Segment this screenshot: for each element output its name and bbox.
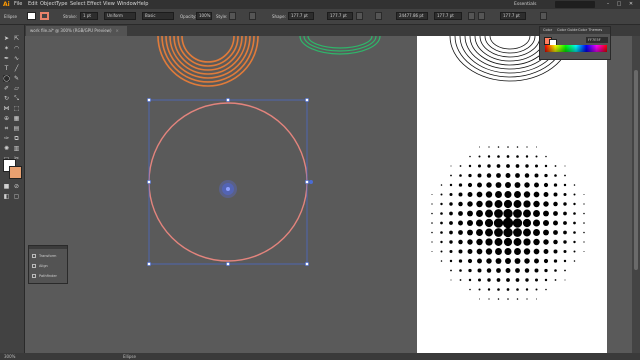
eraser-tool-icon[interactable]: ▱ bbox=[13, 85, 20, 92]
free-transform-tool-icon[interactable]: ⬚ bbox=[13, 105, 20, 112]
menu-effect[interactable]: Effect bbox=[87, 0, 101, 9]
shaper-tool-icon[interactable]: ✐ bbox=[3, 85, 10, 92]
y-field[interactable]: 177.7 pt bbox=[434, 12, 462, 20]
ellipse-tool-icon[interactable]: ◯ bbox=[3, 75, 10, 82]
stroke-label: Stroke: bbox=[63, 14, 78, 19]
color-spectrum[interactable] bbox=[545, 45, 607, 52]
color-panel-header: Color Color Guide Color Themes bbox=[540, 27, 610, 34]
curvature-tool-icon[interactable]: ∿ bbox=[13, 55, 20, 62]
direct-selection-tool-icon[interactable]: ⇱ bbox=[13, 35, 20, 42]
vertical-scroll-thumb[interactable] bbox=[634, 70, 638, 270]
none-color-icon[interactable]: ⊘ bbox=[13, 183, 20, 190]
drawing-mode-icon[interactable]: ◧ bbox=[3, 193, 10, 200]
style-label: Style: bbox=[216, 14, 228, 19]
menu-type[interactable]: Type bbox=[56, 0, 67, 9]
menu-file[interactable]: File bbox=[14, 0, 22, 9]
panel-align[interactable]: Align bbox=[32, 262, 66, 271]
maximize-icon[interactable]: □ bbox=[614, 1, 624, 8]
tools-panel: ➤ ⇱ ✶ ◠ ✒ ∿ T ╱ ◯ ✎ ✐ ▱ ↻ ⤡ ⋈ ⬚ ⊕ ▦ ⌗ ▤ … bbox=[0, 25, 25, 359]
document-tab-title: work file.ai* @ 300% (RGB/GPU Preview) bbox=[30, 28, 112, 33]
selection-tool-icon[interactable]: ➤ bbox=[3, 35, 10, 42]
menu-bar: Ai File Edit Object Type Select Effect V… bbox=[0, 0, 640, 9]
perspective-grid-tool-icon[interactable]: ▦ bbox=[13, 115, 20, 122]
floating-panel-group: Transform Align Pathfinder bbox=[28, 245, 68, 284]
w-field[interactable]: 177.7 pt bbox=[288, 12, 314, 20]
corner-field[interactable]: 177.7 pt bbox=[500, 12, 526, 20]
pathfinder-panel-icon bbox=[32, 274, 36, 278]
stroke-color-box[interactable] bbox=[9, 166, 22, 179]
h-field[interactable]: 177.7 pt bbox=[327, 12, 353, 20]
selection-type-label: Ellipse bbox=[4, 14, 17, 19]
line-tool-icon[interactable]: ╱ bbox=[13, 65, 20, 72]
close-window-icon[interactable]: ✕ bbox=[626, 1, 636, 8]
current-tool-label: Ellipse bbox=[123, 354, 136, 359]
tab-color-guide[interactable]: Color Guide bbox=[557, 27, 578, 34]
menu-view[interactable]: View bbox=[103, 0, 115, 9]
zoom-level[interactable]: 300% bbox=[4, 353, 15, 360]
fill-swatch[interactable] bbox=[27, 12, 36, 20]
constrain-link-icon[interactable] bbox=[356, 12, 363, 20]
recolor-icon[interactable] bbox=[249, 12, 256, 20]
align-panel-icon bbox=[32, 264, 36, 268]
transform-icon[interactable] bbox=[478, 12, 485, 20]
mesh-tool-icon[interactable]: ⌗ bbox=[3, 125, 10, 132]
shape-builder-tool-icon[interactable]: ⊕ bbox=[3, 115, 10, 122]
type-tool-icon[interactable]: T bbox=[3, 65, 10, 72]
magic-wand-tool-icon[interactable]: ✶ bbox=[3, 45, 10, 52]
app-logo: Ai bbox=[3, 1, 10, 8]
tab-color-themes[interactable]: Color Themes bbox=[578, 27, 602, 34]
panel-grip[interactable] bbox=[29, 246, 67, 249]
width-tool-icon[interactable]: ⋈ bbox=[3, 105, 10, 112]
align-icon[interactable] bbox=[468, 12, 475, 20]
pen-tool-icon[interactable]: ✒ bbox=[3, 55, 10, 62]
stroke-weight-field[interactable]: 1 pt bbox=[80, 12, 98, 20]
blend-tool-icon[interactable]: ⧉ bbox=[13, 135, 20, 142]
reference-point-icon[interactable] bbox=[375, 12, 382, 20]
tab-color[interactable]: Color bbox=[543, 27, 552, 34]
opacity-label: Opacity: bbox=[180, 14, 197, 19]
menu-window[interactable]: Window bbox=[117, 0, 137, 9]
color-mode-icon[interactable]: ■ bbox=[3, 183, 10, 190]
menu-help[interactable]: Help bbox=[137, 0, 148, 9]
brush-definition[interactable]: Basic bbox=[142, 12, 174, 20]
artboard[interactable] bbox=[417, 36, 607, 353]
lasso-tool-icon[interactable]: ◠ bbox=[13, 45, 20, 52]
shape-label: Shape: bbox=[272, 14, 286, 19]
control-bar: Ellipse Stroke: 1 pt Uniform Basic Opaci… bbox=[0, 9, 640, 25]
status-bar: 300% Ellipse bbox=[0, 353, 640, 360]
screen-mode-icon[interactable]: ▢ bbox=[13, 193, 20, 200]
gradient-tool-icon[interactable]: ▤ bbox=[13, 125, 20, 132]
symbol-sprayer-tool-icon[interactable]: ✺ bbox=[3, 145, 10, 152]
graph-tool-icon[interactable]: ▥ bbox=[13, 145, 20, 152]
panel-pathfinder[interactable]: Pathfinder bbox=[32, 272, 66, 281]
panel-menu-icon[interactable] bbox=[540, 12, 547, 20]
menu-select[interactable]: Select bbox=[70, 0, 85, 9]
document-tab[interactable]: work file.ai* @ 300% (RGB/GPU Preview) × bbox=[26, 26, 127, 36]
search-input[interactable] bbox=[555, 1, 595, 8]
eyedropper-tool-icon[interactable]: ✑ bbox=[3, 135, 10, 142]
menu-object[interactable]: Object bbox=[40, 0, 56, 9]
scale-tool-icon[interactable]: ⤡ bbox=[13, 95, 20, 102]
color-panel: Color Color Guide Color Themes FF7E5F bbox=[539, 26, 611, 60]
x-field[interactable]: 24477.86 pt bbox=[396, 12, 428, 20]
rotate-tool-icon[interactable]: ↻ bbox=[3, 95, 10, 102]
close-tab-icon[interactable]: × bbox=[116, 28, 119, 33]
opacity-field[interactable]: 100% bbox=[196, 12, 212, 20]
stroke-swatch[interactable] bbox=[40, 12, 49, 20]
menu-edit[interactable]: Edit bbox=[28, 0, 38, 9]
graphic-style-picker[interactable] bbox=[229, 12, 236, 20]
paintbrush-tool-icon[interactable]: ✎ bbox=[13, 75, 20, 82]
hex-field[interactable]: FF7E5F bbox=[586, 37, 608, 43]
workspace-switcher[interactable]: Essentials bbox=[514, 1, 537, 8]
transform-panel-icon bbox=[32, 254, 36, 258]
panel-transform[interactable]: Transform bbox=[32, 252, 66, 261]
minimize-icon[interactable]: – bbox=[603, 1, 613, 8]
variable-width-profile[interactable]: Uniform bbox=[104, 12, 136, 20]
